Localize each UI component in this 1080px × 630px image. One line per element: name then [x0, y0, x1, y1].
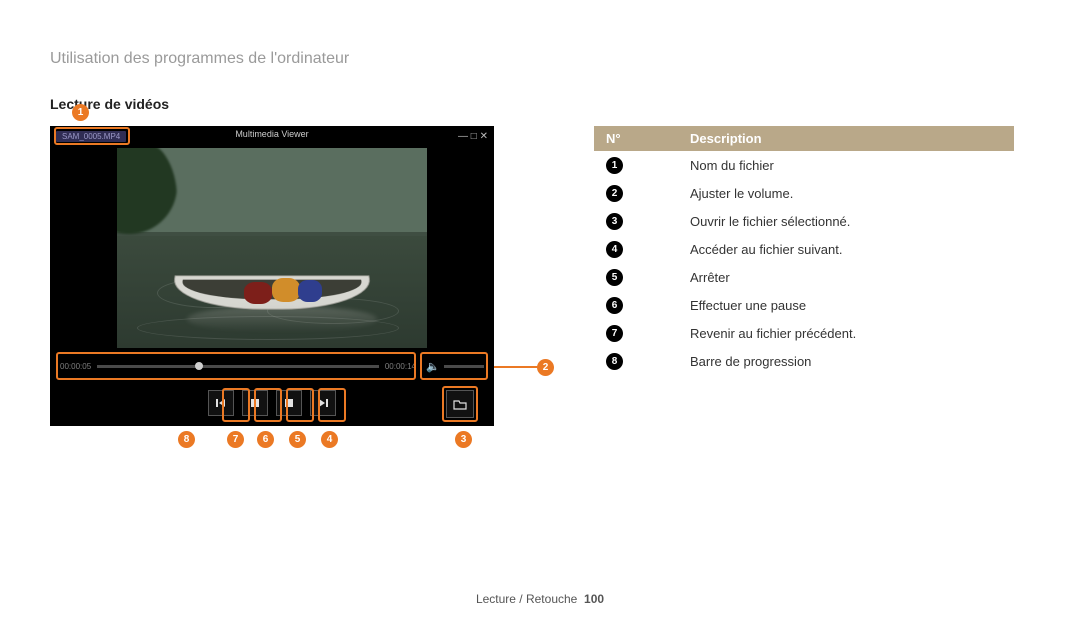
time-total: 00:00:14 [385, 362, 416, 371]
stop-button[interactable] [276, 390, 302, 416]
table-row: 5 Arrêter [594, 263, 1014, 291]
viewer-figure: 1 SAM_0005.MP4 Multimedia Viewer — □ ✕ [50, 126, 494, 426]
row-number: 3 [606, 213, 623, 230]
callout-number-5: 5 [289, 431, 306, 448]
table-row: 6 Effectuer une pause [594, 291, 1014, 319]
window-controls[interactable]: — □ ✕ [458, 131, 488, 142]
row-number: 7 [606, 325, 623, 342]
page-footer: Lecture / Retouche 100 [0, 592, 1080, 606]
file-name-tab: SAM_0005.MP4 [56, 131, 126, 142]
video-canvas [117, 148, 427, 348]
row-number: 6 [606, 297, 623, 314]
multimedia-viewer-window: SAM_0005.MP4 Multimedia Viewer — □ ✕ [50, 126, 494, 426]
row-number: 2 [606, 185, 623, 202]
row-description: Arrêter [678, 263, 1014, 291]
callout-number-8: 8 [178, 431, 195, 448]
callout-number-2: 2 [537, 359, 554, 376]
col-header-description: Description [678, 126, 1014, 151]
volume-area[interactable]: 🔈 [426, 356, 484, 376]
table-row: 1 Nom du fichier [594, 151, 1014, 179]
table-row: 2 Ajuster le volume. [594, 179, 1014, 207]
row-description: Accéder au fichier suivant. [678, 235, 1014, 263]
row-number: 1 [606, 157, 623, 174]
next-button[interactable] [310, 390, 336, 416]
subsection-title: Lecture de vidéos [50, 96, 1030, 112]
callout-number-1: 1 [72, 104, 89, 121]
callout-number-6: 6 [257, 431, 274, 448]
row-number: 8 [606, 353, 623, 370]
volume-track[interactable] [444, 365, 484, 368]
callout-number-7: 7 [227, 431, 244, 448]
footer-section: Lecture / Retouche [476, 592, 577, 606]
volume-icon: 🔈 [426, 360, 440, 373]
previous-button[interactable] [208, 390, 234, 416]
table-row: 4 Accéder au fichier suivant. [594, 235, 1014, 263]
open-file-button[interactable] [446, 390, 474, 418]
row-description: Effectuer une pause [678, 291, 1014, 319]
row-description: Ouvrir le fichier sélectionné. [678, 207, 1014, 235]
row-description: Nom du fichier [678, 151, 1014, 179]
footer-page-number: 100 [584, 592, 604, 606]
row-description: Ajuster le volume. [678, 179, 1014, 207]
description-table: N° Description 1 Nom du fichier 2 Ajuste… [594, 126, 1014, 375]
row-description: Barre de progression [678, 347, 1014, 375]
row-number: 5 [606, 269, 623, 286]
callout-number-3: 3 [455, 431, 472, 448]
progress-track[interactable] [97, 365, 379, 368]
table-row: 8 Barre de progression [594, 347, 1014, 375]
pause-button[interactable] [242, 390, 268, 416]
row-number: 4 [606, 241, 623, 258]
table-row: 3 Ouvrir le fichier sélectionné. [594, 207, 1014, 235]
progress-bar[interactable]: 00:00:05 00:00:14 [60, 356, 416, 376]
row-description: Revenir au fichier précédent. [678, 319, 1014, 347]
leader-line-2 [494, 366, 538, 368]
section-title: Utilisation des programmes de l'ordinate… [50, 50, 1030, 68]
time-current: 00:00:05 [60, 362, 91, 371]
callout-number-4: 4 [321, 431, 338, 448]
col-header-number: N° [594, 126, 678, 151]
table-row: 7 Revenir au fichier précédent. [594, 319, 1014, 347]
